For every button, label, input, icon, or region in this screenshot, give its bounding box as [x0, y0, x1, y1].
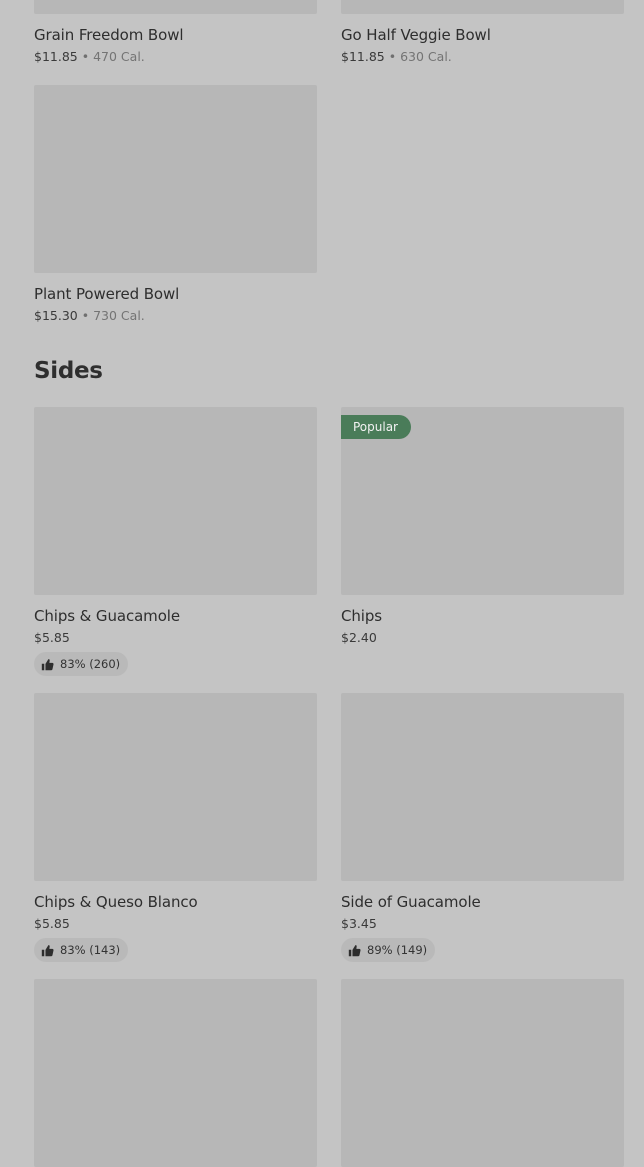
- menu-item-name: Side of Guacamole: [341, 893, 481, 911]
- menu-item-price: $15.30: [34, 308, 78, 323]
- rating-text: 83% (260): [60, 657, 121, 671]
- rating-text: 83% (143): [60, 943, 121, 957]
- menu-item-image[interactable]: [34, 693, 317, 881]
- menu-item-name: Grain Freedom Bowl: [34, 26, 184, 44]
- side-item-card[interactable]: Chips & Guacamole $5.85 83% (260): [34, 407, 317, 676]
- thumbs-up-icon: [348, 944, 361, 956]
- menu-item-name: Chips & Guacamole: [34, 607, 180, 625]
- side-item-card[interactable]: Popular Chips $2.40: [341, 407, 624, 647]
- side-item-card[interactable]: Chips & Queso Blanco $5.85 83% (143): [34, 693, 317, 962]
- side-item-card[interactable]: Side of Guacamole $3.45 89% (149): [341, 693, 624, 962]
- menu-item-image[interactable]: [34, 0, 317, 14]
- separator-dot: •: [81, 49, 90, 64]
- menu-item-card[interactable]: Go Half Veggie Bowl $11.85 • 630 Cal.: [341, 0, 624, 66]
- menu-item-price: $5.85: [34, 630, 70, 645]
- menu-item-image[interactable]: [34, 85, 317, 273]
- menu-item-price: $11.85: [341, 49, 385, 64]
- menu-item-price: $2.40: [341, 630, 377, 645]
- separator-dot: •: [388, 49, 397, 64]
- rating-pill: 83% (260): [34, 652, 129, 676]
- menu-item-calories: 730 Cal.: [93, 308, 145, 323]
- menu-item-card[interactable]: Plant Powered Bowl $15.30 • 730 Cal.: [34, 85, 317, 325]
- menu-item-image[interactable]: [34, 407, 317, 595]
- menu-item-meta: $11.85 • 630 Cal.: [341, 48, 624, 66]
- rating-pill: 89% (149): [341, 938, 436, 962]
- menu-item-card[interactable]: Grain Freedom Bowl $11.85 • 470 Cal.: [34, 0, 317, 66]
- popular-badge: Popular: [341, 415, 411, 439]
- menu-item-name: Plant Powered Bowl: [34, 285, 180, 303]
- menu-item-name: Chips & Queso Blanco: [34, 893, 198, 911]
- thumbs-up-icon: [41, 944, 54, 956]
- menu-item-image[interactable]: [341, 693, 624, 881]
- menu-item-price: $3.45: [341, 916, 377, 931]
- menu-item-calories: 630 Cal.: [400, 49, 452, 64]
- menu-item-image[interactable]: Popular: [341, 407, 624, 595]
- separator-dot: •: [81, 308, 90, 323]
- menu-item-calories: 470 Cal.: [93, 49, 145, 64]
- menu-item-meta: $11.85 • 470 Cal.: [34, 48, 317, 66]
- menu-item-meta: $15.30 • 730 Cal.: [34, 307, 317, 325]
- rating-pill: 83% (143): [34, 938, 129, 962]
- menu-item-name: Chips: [341, 607, 382, 625]
- side-item-card[interactable]: [341, 979, 624, 1167]
- rating-text: 89% (149): [367, 943, 428, 957]
- menu-item-image[interactable]: [341, 0, 624, 14]
- menu-item-image[interactable]: [341, 979, 624, 1167]
- menu-item-image[interactable]: [34, 979, 317, 1167]
- menu-item-name: Go Half Veggie Bowl: [341, 26, 491, 44]
- menu-item-price: $5.85: [34, 916, 70, 931]
- thumbs-up-icon: [41, 658, 54, 670]
- section-title-sides: Sides: [34, 358, 103, 384]
- menu-item-price: $11.85: [34, 49, 78, 64]
- side-item-card[interactable]: [34, 979, 317, 1167]
